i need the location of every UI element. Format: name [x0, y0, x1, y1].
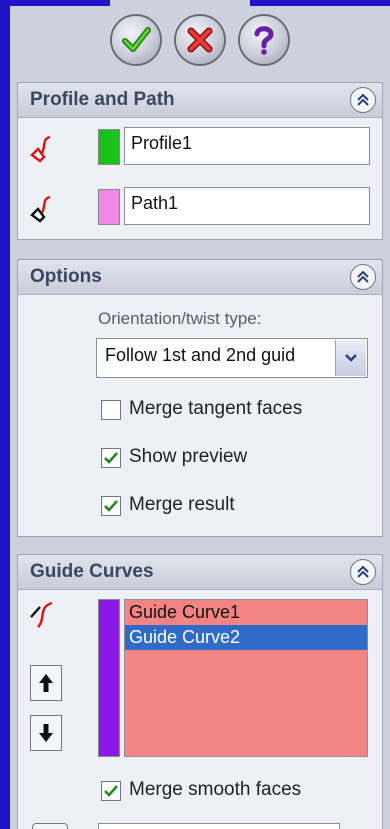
collapse-button[interactable] — [350, 264, 376, 290]
guide-curves-header[interactable]: Guide Curves — [18, 555, 382, 590]
merge-tangent-checkbox[interactable] — [101, 400, 121, 420]
collapse-button[interactable] — [350, 87, 376, 113]
merge-smooth-label: Merge smooth faces — [129, 779, 302, 800]
group-title: Options — [30, 266, 102, 287]
cropped-button[interactable] — [32, 823, 68, 829]
guide-color-swatch — [98, 599, 120, 757]
ok-button[interactable] — [110, 14, 162, 66]
profile-path-group: Profile and Path Profile1 Path1 — [17, 82, 383, 240]
arrow-down-icon — [39, 724, 53, 742]
check-mark-icon — [104, 785, 118, 797]
options-group: Options Orientation/twist type: Follow 1… — [17, 259, 383, 537]
dropdown-button[interactable] — [335, 340, 366, 376]
double-chevron-up-icon — [357, 270, 369, 283]
x-icon — [187, 27, 213, 53]
question-icon — [254, 26, 274, 55]
check-mark-icon — [104, 452, 118, 464]
orientation-select[interactable]: Follow 1st and 2nd guid — [96, 338, 368, 378]
merge-tangent-label: Merge tangent faces — [129, 398, 303, 419]
orientation-value: Follow 1st and 2nd guid — [105, 345, 296, 365]
group-title: Guide Curves — [30, 561, 154, 582]
checkmark-icon — [122, 27, 151, 52]
guide-curves-group: Guide Curves Guide Curve1 Guide Curve2 Me… — [17, 554, 383, 829]
path-color-swatch — [98, 189, 120, 225]
list-item[interactable]: Guide Curve1 — [125, 600, 367, 625]
list-item[interactable]: Guide Curve2 — [125, 625, 367, 650]
guide-curve-icon — [30, 601, 53, 628]
background-strip — [10, 0, 110, 6]
show-preview-checkbox[interactable] — [101, 448, 121, 468]
double-chevron-up-icon — [357, 565, 369, 578]
collapse-button[interactable] — [350, 559, 376, 585]
sweep-property-panel: Profile and Path Profile1 Path1 Options — [10, 0, 390, 829]
arrow-up-icon — [39, 674, 53, 692]
profile-field[interactable]: Profile1 — [124, 127, 370, 165]
merge-result-label: Merge result — [129, 494, 235, 515]
cropped-field[interactable] — [98, 823, 340, 829]
move-down-button[interactable] — [30, 715, 62, 751]
path-sketch-icon — [30, 195, 51, 223]
merge-result-checkbox[interactable] — [101, 496, 121, 516]
path-field[interactable]: Path1 — [124, 187, 370, 225]
orientation-label: Orientation/twist type: — [98, 309, 262, 328]
double-chevron-up-icon — [357, 93, 369, 106]
check-mark-icon — [104, 500, 118, 512]
group-title: Profile and Path — [30, 89, 175, 110]
merge-smooth-checkbox[interactable] — [101, 781, 121, 801]
help-button[interactable] — [238, 14, 290, 66]
profile-color-swatch — [98, 129, 120, 165]
cancel-button[interactable] — [174, 14, 226, 66]
options-header[interactable]: Options — [18, 260, 382, 295]
profile-sketch-icon — [30, 135, 51, 163]
show-preview-label: Show preview — [129, 446, 248, 467]
move-up-button[interactable] — [30, 665, 62, 701]
background-strip — [250, 0, 390, 6]
chevron-down-icon — [345, 354, 357, 362]
guide-curves-list[interactable]: Guide Curve1 Guide Curve2 — [124, 599, 368, 757]
profile-path-header[interactable]: Profile and Path — [18, 83, 382, 118]
